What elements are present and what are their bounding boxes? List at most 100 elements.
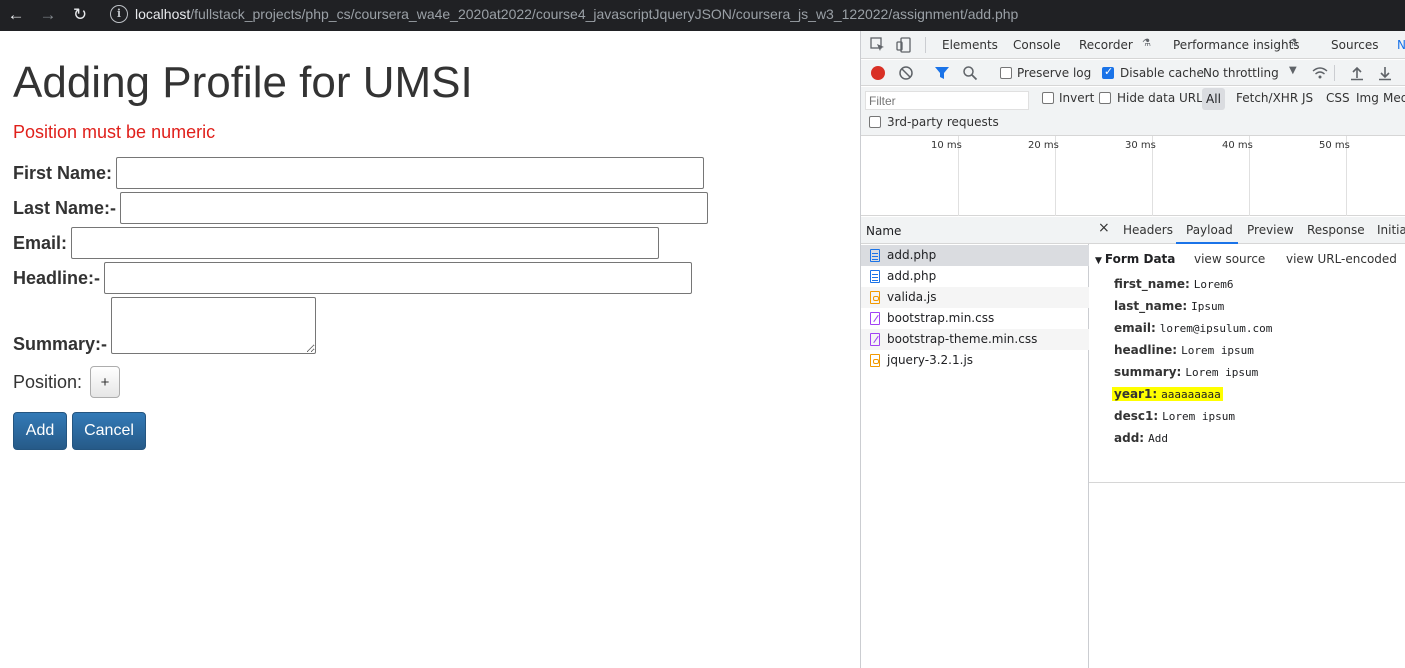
form-data-header[interactable]: ▼ Form Data: [1095, 252, 1175, 266]
browser-toolbar: ← → ↻ i localhost/fullstack_projects/php…: [0, 0, 1405, 31]
summary-label: Summary:-: [13, 334, 108, 354]
request-row[interactable]: bootstrap-theme.min.css: [861, 329, 1089, 350]
active-tab-indicator: [1176, 242, 1238, 244]
tab-preview[interactable]: Preview: [1247, 223, 1294, 237]
first-name-label: First Name:: [13, 162, 113, 183]
view-url-encoded-link[interactable]: view URL-encoded: [1286, 252, 1397, 266]
invert-checkbox[interactable]: [1042, 92, 1054, 104]
name-column-header[interactable]: Name: [861, 217, 1089, 244]
error-message: Position must be numeric: [13, 122, 216, 142]
invert-label: Invert: [1059, 91, 1095, 105]
request-name: add.php: [887, 269, 937, 283]
back-arrow-icon[interactable]: ←: [5, 4, 27, 26]
disable-cache-checkbox[interactable]: [1102, 65, 1114, 79]
last-name-input[interactable]: [120, 192, 709, 224]
devtools-tabbar: Elements Console Recorder ⚗ Performance …: [861, 31, 1405, 59]
type-fetch-xhr[interactable]: Fetch/XHR: [1236, 91, 1298, 105]
device-toolbar-icon[interactable]: [896, 37, 912, 53]
tab-network[interactable]: N: [1397, 38, 1405, 52]
request-row[interactable]: bootstrap.min.css: [861, 308, 1089, 329]
form-field-row: headline: Lorem ipsum: [1114, 343, 1254, 357]
form-data-title: Form Data: [1104, 252, 1176, 266]
forward-arrow-icon[interactable]: →: [37, 4, 59, 26]
document-icon: [870, 270, 880, 283]
type-media[interactable]: Med: [1383, 91, 1405, 105]
form-field-key: summary:: [1114, 365, 1182, 379]
summary-row: Summary:-: [13, 297, 317, 354]
tab-response[interactable]: Response: [1307, 223, 1365, 237]
tab-performance-insights[interactable]: Performance insights: [1173, 38, 1300, 52]
request-row[interactable]: jquery-3.2.1.js: [861, 350, 1089, 371]
preserve-log-checkbox[interactable]: [1000, 67, 1012, 79]
form-field-key: last_name:: [1114, 299, 1188, 313]
view-source-link[interactable]: view source: [1194, 252, 1265, 266]
tab-console[interactable]: Console: [1013, 38, 1061, 52]
inspect-element-icon[interactable]: [870, 37, 886, 53]
tab-initiator[interactable]: Initiat: [1377, 223, 1405, 237]
tabbar-divider: [925, 37, 926, 53]
url-host: localhost: [135, 6, 191, 22]
email-label: Email:: [13, 232, 68, 253]
search-icon[interactable]: [962, 65, 978, 81]
web-page: Adding Profile for UMSI Position must be…: [0, 31, 860, 668]
record-icon[interactable]: [871, 66, 885, 80]
throttling-select[interactable]: No throttling: [1203, 66, 1279, 80]
hide-data-urls-label: Hide data URLs: [1117, 91, 1210, 105]
third-party-checkbox[interactable]: [869, 116, 881, 128]
tab-elements[interactable]: Elements: [942, 38, 998, 52]
chevron-down-icon[interactable]: ▼: [1289, 65, 1297, 76]
type-js[interactable]: JS: [1302, 91, 1313, 105]
export-har-icon[interactable]: [1377, 65, 1393, 81]
type-img[interactable]: Img: [1356, 91, 1379, 105]
form-field-value: Lorem ipsum: [1162, 410, 1235, 423]
request-name: jquery-3.2.1.js: [887, 353, 974, 367]
filter-icon[interactable]: [934, 65, 950, 81]
add-button[interactable]: Add: [13, 412, 67, 450]
timeline-tick: 10 ms: [931, 140, 962, 151]
import-har-icon[interactable]: [1349, 65, 1365, 81]
email-input[interactable]: [71, 227, 660, 259]
network-conditions-icon[interactable]: [1312, 65, 1328, 81]
timeline-tick: 30 ms: [1125, 140, 1156, 151]
request-detail-pane: × Headers Payload Preview Response Initi…: [1089, 217, 1405, 668]
form-field-key: email:: [1114, 321, 1156, 335]
type-css[interactable]: CSS: [1326, 91, 1350, 105]
type-all[interactable]: All: [1202, 88, 1225, 110]
first-name-input[interactable]: [116, 157, 705, 189]
divider: [1089, 482, 1405, 483]
site-info-icon[interactable]: i: [110, 5, 128, 23]
tab-sources[interactable]: Sources: [1331, 38, 1378, 52]
request-name: bootstrap-theme.min.css: [887, 332, 1038, 346]
headline-label: Headline:-: [13, 267, 101, 288]
request-row[interactable]: add.php: [861, 266, 1089, 287]
cancel-button[interactable]: Cancel: [72, 412, 146, 450]
address-bar[interactable]: localhost/fullstack_projects/php_cs/cour…: [135, 6, 1018, 22]
preserve-log-label: Preserve log: [1017, 66, 1092, 80]
position-label: Position:: [13, 371, 83, 392]
headline-row: Headline:-: [13, 262, 693, 294]
headline-input[interactable]: [104, 262, 693, 294]
close-icon[interactable]: ×: [1098, 220, 1110, 236]
request-row[interactable]: add.php: [861, 245, 1089, 266]
add-position-button[interactable]: +: [90, 366, 121, 398]
page-title: Adding Profile for UMSI: [13, 58, 473, 107]
hide-data-urls-checkbox[interactable]: [1099, 92, 1111, 104]
form-field-row: email: lorem@ipsulum.com: [1114, 321, 1272, 335]
timeline-tick: 20 ms: [1028, 140, 1059, 151]
form-field-value: Lorem ipsum: [1185, 366, 1259, 379]
form-field-row-highlighted: year1: aaaaaaaaa: [1112, 387, 1223, 401]
tab-payload[interactable]: Payload: [1186, 223, 1233, 237]
clear-icon[interactable]: [898, 65, 914, 81]
tab-recorder[interactable]: Recorder: [1079, 38, 1133, 52]
filter-input[interactable]: [865, 91, 1029, 110]
summary-textarea[interactable]: [111, 297, 317, 354]
email-row: Email:: [13, 227, 660, 259]
performance-flask-icon: ⚗: [1289, 38, 1298, 49]
url-path: /fullstack_projects/php_cs/coursera_wa4e…: [190, 6, 1019, 22]
first-name-row: First Name:: [13, 157, 705, 189]
reload-icon[interactable]: ↻: [69, 4, 91, 26]
script-icon: [870, 291, 880, 304]
tab-headers[interactable]: Headers: [1123, 223, 1173, 237]
request-row[interactable]: valida.js: [861, 287, 1089, 308]
form-field-row: first_name: Lorem6: [1114, 277, 1234, 291]
